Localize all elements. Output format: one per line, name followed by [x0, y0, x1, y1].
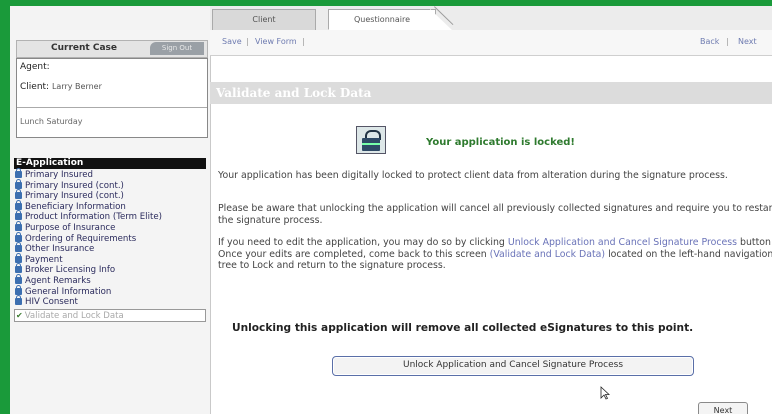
lock-icon — [15, 295, 22, 306]
checkmark-icon: ✔ — [16, 310, 23, 320]
case-note: Lunch Saturday — [20, 117, 83, 126]
nav-item-primary-insured-cont-1[interactable]: Primary Insured (cont.) — [14, 178, 206, 192]
lock-icon — [15, 231, 22, 242]
lock-icon — [15, 263, 22, 274]
lock-icon — [15, 199, 22, 210]
lock-icon — [15, 189, 22, 200]
padlock-icon — [356, 126, 386, 154]
client-label: Client: — [20, 82, 50, 92]
nav-item-purpose-of-insurance[interactable]: Purpose of Insurance — [14, 220, 206, 234]
nav-item-product-information[interactable]: Product Information (Term Elite) — [14, 210, 206, 223]
tab-bar: Client Questionnaire — [10, 6, 772, 31]
nav-item-beneficiary-information[interactable]: Beneficiary Information — [14, 199, 206, 213]
lock-icon — [15, 284, 22, 295]
unlock-application-button[interactable]: Unlock Application and Cancel Signature … — [332, 356, 694, 376]
view-form-link[interactable]: View Form — [255, 37, 297, 46]
validate-and-lock-link[interactable]: (Validate and Lock Data) — [490, 249, 605, 260]
nav-item-hiv-consent[interactable]: HIV Consent — [14, 295, 206, 308]
next-button[interactable]: Next — [698, 402, 748, 414]
lock-icon — [15, 168, 22, 178]
unlock-warning-text: Please be aware that unlocking the appli… — [218, 203, 772, 226]
nav-item-label: Primary Insured (cont.) — [25, 191, 124, 202]
action-toolbar: Save | View Form | Back | Next — [210, 30, 772, 56]
nav-item-payment[interactable]: Payment — [14, 252, 206, 266]
toolbar-separator: | — [726, 37, 729, 46]
nav-item-label: Agent Remarks — [25, 275, 91, 286]
mouse-cursor-icon — [600, 386, 610, 400]
back-link[interactable]: Back — [700, 37, 719, 46]
instructions-part: If you need to edit the application, you… — [218, 237, 508, 248]
lock-icon — [15, 252, 22, 263]
lock-icon — [15, 210, 22, 221]
esignature-warning: Unlocking this application will remove a… — [232, 322, 694, 334]
client-row: Client: Larry Berner — [20, 82, 102, 92]
nav-item-label: General Information — [25, 286, 112, 297]
tab-bar-spacer — [10, 6, 210, 30]
locked-status-message: Your application is locked! — [426, 137, 575, 148]
nav-item-label: Primary Insured (cont.) — [25, 180, 124, 191]
toolbar-separator: | — [246, 37, 249, 46]
nav-item-label: Validate and Lock Data — [24, 310, 124, 321]
nav-item-agent-remarks[interactable]: Agent Remarks — [14, 273, 206, 287]
nav-item-label: Ordering of Requirements — [25, 233, 137, 244]
nav-item-label: Purpose of Insurance — [25, 222, 116, 233]
nav-item-general-information[interactable]: General Information — [14, 284, 206, 298]
current-case-box: Agent: Client: Larry Berner Lunch Saturd… — [16, 58, 208, 138]
toolbar-separator: | — [302, 37, 305, 46]
edit-instructions-text: If you need to edit the application, you… — [218, 237, 772, 272]
sign-out-button[interactable]: Sign Out — [150, 42, 204, 55]
nav-item-label: Other Insurance — [25, 244, 95, 255]
current-case-header: Current Case Sign Out — [16, 40, 208, 58]
nav-item-ordering-of-requirements[interactable]: Ordering of Requirements — [14, 231, 206, 245]
nav-item-label: Payment — [25, 254, 63, 265]
lock-explanation-text: Your application has been digitally lock… — [218, 170, 728, 181]
nav-item-label: Product Information (Term Elite) — [25, 212, 162, 223]
lock-icon — [15, 220, 22, 231]
nav-item-label: HIV Consent — [25, 297, 78, 308]
e-application-nav: Primary Insured Primary Insured (cont.) … — [14, 168, 206, 322]
lock-icon — [15, 178, 22, 189]
app-window: Client Questionnaire Current Case Sign O… — [10, 6, 772, 414]
client-name: Larry Berner — [51, 82, 102, 91]
tab-client[interactable]: Client — [212, 9, 316, 30]
save-link[interactable]: Save — [222, 37, 242, 46]
unlock-application-link[interactable]: Unlock Application and Cancel Signature … — [508, 237, 737, 248]
nav-item-label: Primary Insured — [25, 170, 93, 180]
e-application-header: E-Application — [14, 158, 206, 169]
case-divider — [17, 107, 207, 108]
nav-item-primary-insured-cont-2[interactable]: Primary Insured (cont.) — [14, 189, 206, 202]
agent-label: Agent: — [20, 62, 50, 72]
sidebar: Current Case Sign Out Agent: Client: Lar… — [10, 30, 211, 414]
nav-item-other-insurance[interactable]: Other Insurance — [14, 242, 206, 255]
nav-item-validate-and-lock-data[interactable]: ✔ Validate and Lock Data — [14, 308, 206, 322]
tab-questionnaire[interactable]: Questionnaire — [328, 9, 436, 30]
page-title: Validate and Lock Data — [210, 82, 772, 104]
next-link[interactable]: Next — [738, 37, 757, 46]
nav-item-label: Broker Licensing Info — [25, 265, 116, 276]
nav-item-broker-licensing-info[interactable]: Broker Licensing Info — [14, 263, 206, 276]
lock-icon — [15, 273, 22, 284]
current-case-title: Current Case — [51, 43, 117, 53]
nav-item-primary-insured[interactable]: Primary Insured — [14, 168, 206, 181]
lock-icon — [15, 242, 22, 253]
nav-item-label: Beneficiary Information — [25, 201, 126, 212]
